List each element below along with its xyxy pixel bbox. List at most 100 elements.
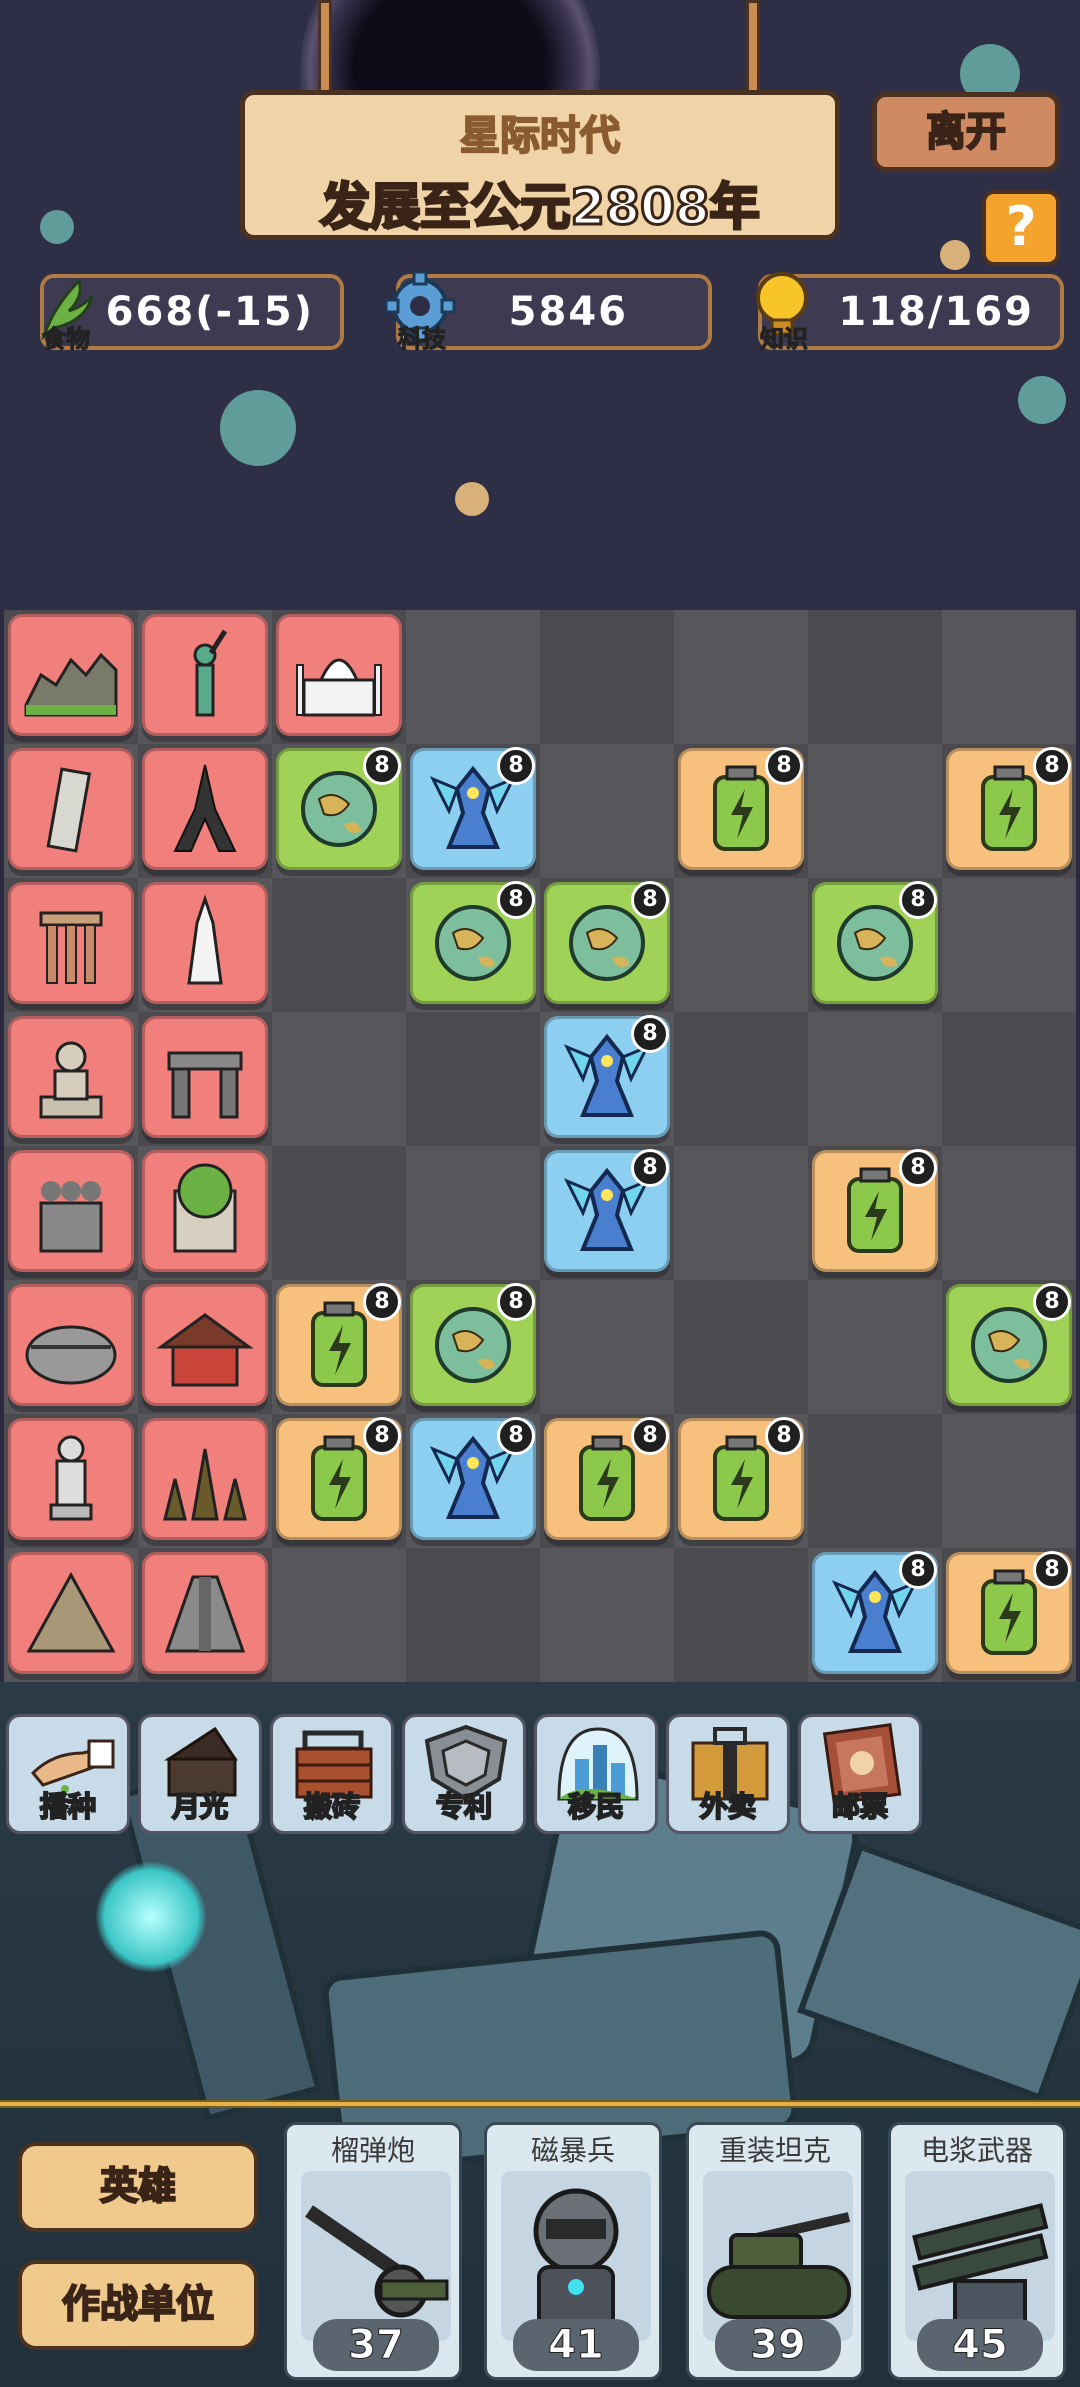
mech-tile[interactable]: 8	[544, 1149, 670, 1272]
board-cell[interactable]	[4, 610, 138, 744]
board-cell[interactable]	[4, 1012, 138, 1146]
board-cell[interactable]	[674, 610, 808, 744]
wonder-tile-pyramid[interactable]	[8, 1552, 134, 1674]
planet-tile[interactable]: 8	[410, 1283, 536, 1406]
board-cell[interactable]: 8	[540, 1146, 674, 1280]
planet-tile[interactable]: 8	[812, 881, 938, 1004]
board-cell[interactable]	[4, 878, 138, 1012]
wonder-tile-mayan-pyramid[interactable]	[142, 1552, 268, 1674]
tool-bricks[interactable]: 搬砖	[270, 1714, 394, 1834]
board-cell[interactable]: 8	[674, 1414, 808, 1548]
board-cell[interactable]	[540, 1280, 674, 1414]
board-cell[interactable]	[540, 744, 674, 878]
board-cell[interactable]	[272, 878, 406, 1012]
board-cell[interactable]	[4, 1548, 138, 1682]
board-cell[interactable]	[406, 1548, 540, 1682]
board-cell[interactable]	[942, 1012, 1076, 1146]
board-cell[interactable]	[540, 1548, 674, 1682]
wonder-tile-angkor-wat[interactable]	[142, 1418, 268, 1540]
help-button[interactable]: ?	[982, 190, 1060, 266]
tool-immigration[interactable]: 移民	[534, 1714, 658, 1834]
wonder-tile-eiffel-tower[interactable]	[142, 748, 268, 870]
board-cell[interactable]	[138, 1146, 272, 1280]
board-cell[interactable]: 8	[406, 1280, 540, 1414]
board-cell[interactable]	[138, 610, 272, 744]
board-cell[interactable]	[138, 1012, 272, 1146]
wonder-tile-hanging-gardens[interactable]	[142, 1150, 268, 1272]
board-cell[interactable]	[406, 1012, 540, 1146]
wonder-tile-stonehenge[interactable]	[142, 1016, 268, 1138]
battery-tile[interactable]: 8	[946, 747, 1072, 870]
board-cell[interactable]: 8	[540, 1414, 674, 1548]
unit-card-heavy-tank[interactable]: 重装坦克 39	[686, 2122, 864, 2380]
mech-tile[interactable]: 8	[544, 1015, 670, 1138]
board-cell[interactable]: 8	[406, 1414, 540, 1548]
planet-tile[interactable]: 8	[946, 1283, 1072, 1406]
board-cell[interactable]	[272, 1012, 406, 1146]
wonder-tile-taj-mahal[interactable]	[276, 614, 402, 736]
board-cell[interactable]	[138, 1280, 272, 1414]
board-cell[interactable]: 8	[540, 878, 674, 1012]
battery-tile[interactable]: 8	[678, 747, 804, 870]
board-cell[interactable]	[808, 1012, 942, 1146]
combat-units-button[interactable]: 作战单位	[18, 2260, 258, 2350]
board-cell[interactable]	[272, 1548, 406, 1682]
board-cell[interactable]: 8	[942, 1548, 1076, 1682]
battery-tile[interactable]: 8	[812, 1149, 938, 1272]
board-cell[interactable]	[406, 610, 540, 744]
board-cell[interactable]: 8	[272, 1280, 406, 1414]
board-cell[interactable]	[808, 610, 942, 744]
board-cell[interactable]	[808, 744, 942, 878]
board-cell[interactable]	[272, 610, 406, 744]
wonder-tile-zeus-statue[interactable]	[8, 1016, 134, 1138]
board-cell[interactable]: 8	[942, 744, 1076, 878]
board-cell[interactable]	[942, 1414, 1076, 1548]
leave-button[interactable]: 离开	[872, 92, 1060, 172]
board-cell[interactable]	[4, 1414, 138, 1548]
board-cell[interactable]: 8	[540, 1012, 674, 1146]
wonder-tile-leaning-tower-pisa[interactable]	[8, 748, 134, 870]
board-cell[interactable]	[808, 1280, 942, 1414]
wonder-tile-tower-lighthouse[interactable]	[142, 882, 268, 1004]
board-cell[interactable]	[406, 1146, 540, 1280]
board-cell[interactable]	[674, 1146, 808, 1280]
tool-patent[interactable]: 专利	[402, 1714, 526, 1834]
mech-tile[interactable]: 8	[812, 1551, 938, 1674]
board-cell[interactable]: 8	[406, 744, 540, 878]
board-cell[interactable]: 8	[674, 744, 808, 878]
board-cell[interactable]	[540, 610, 674, 744]
board-cell[interactable]	[272, 1146, 406, 1280]
battery-tile[interactable]: 8	[276, 1283, 402, 1406]
planet-tile[interactable]: 8	[410, 881, 536, 1004]
board-cell[interactable]	[674, 1548, 808, 1682]
planet-tile[interactable]: 8	[544, 881, 670, 1004]
board-cell[interactable]	[674, 878, 808, 1012]
board-cell[interactable]: 8	[808, 878, 942, 1012]
planet-tile[interactable]: 8	[276, 747, 402, 870]
battery-tile[interactable]: 8	[544, 1417, 670, 1540]
tool-delivery[interactable]: 外卖	[666, 1714, 790, 1834]
board-cell[interactable]	[942, 878, 1076, 1012]
board-cell[interactable]	[942, 1146, 1076, 1280]
board-cell[interactable]	[138, 878, 272, 1012]
board-cell[interactable]: 8	[406, 878, 540, 1012]
wonder-tile-colosseum[interactable]	[8, 1284, 134, 1406]
wonder-tile-statue-of-liberty[interactable]	[142, 614, 268, 736]
board-cell[interactable]: 8	[272, 744, 406, 878]
mech-tile[interactable]: 8	[410, 1417, 536, 1540]
board-cell[interactable]: 8	[942, 1280, 1076, 1414]
board-cell[interactable]	[942, 610, 1076, 744]
board-cell[interactable]	[4, 744, 138, 878]
board-cell[interactable]	[4, 1146, 138, 1280]
wonder-tile-temple-ruin[interactable]	[8, 882, 134, 1004]
tool-stamp[interactable]: 邮票	[798, 1714, 922, 1834]
wonder-tile-terracotta-warriors[interactable]	[8, 1150, 134, 1272]
tool-sowing[interactable]: 播种	[6, 1714, 130, 1834]
board-cell[interactable]: 8	[272, 1414, 406, 1548]
board-cell[interactable]: 8	[808, 1146, 942, 1280]
tool-moonlight[interactable]: 月光	[138, 1714, 262, 1834]
board-cell[interactable]: 8	[808, 1548, 942, 1682]
board-cell[interactable]	[138, 1548, 272, 1682]
board-cell[interactable]	[138, 744, 272, 878]
board-cell[interactable]	[674, 1280, 808, 1414]
